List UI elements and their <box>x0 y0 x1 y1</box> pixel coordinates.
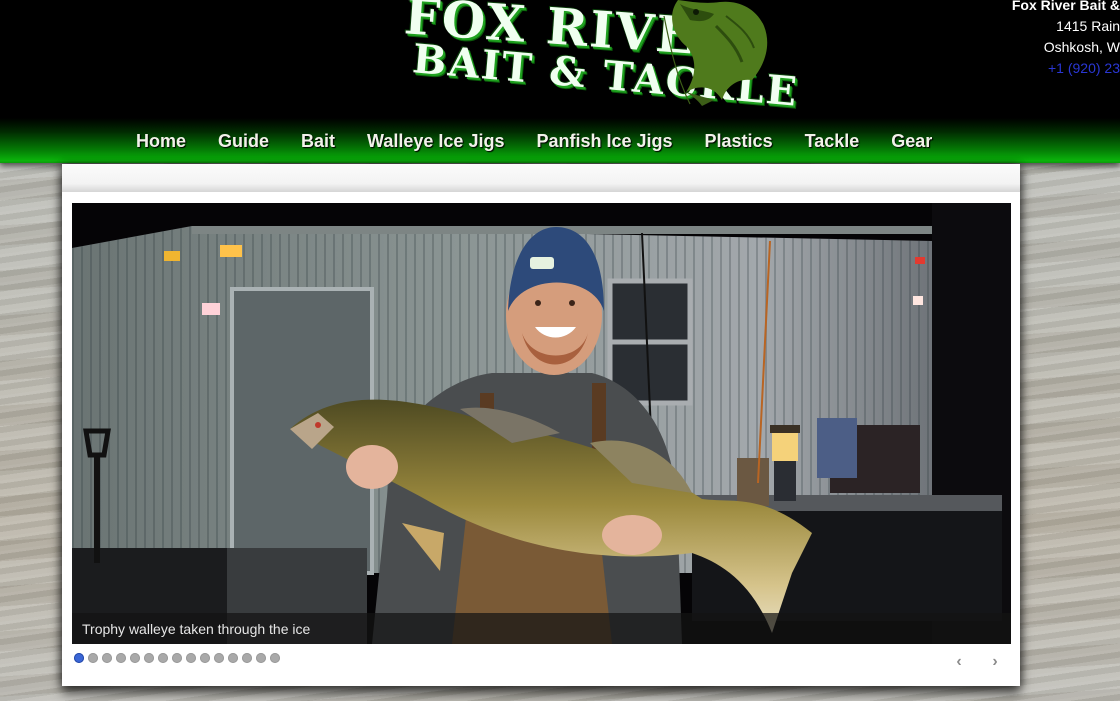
nav-item-guide[interactable]: Guide <box>202 131 285 152</box>
site-header: FOX RIVER BAIT & TACKLE Fox River Bait &… <box>0 0 1120 120</box>
nav-item-plastics[interactable]: Plastics <box>689 131 789 152</box>
slide-dot[interactable] <box>214 653 224 663</box>
nav-item-panfish-ice-jigs[interactable]: Panfish Ice Jigs <box>520 131 688 152</box>
slide-pagination <box>74 653 280 663</box>
slide-dot[interactable] <box>88 653 98 663</box>
walleye-photo <box>72 203 1011 644</box>
site-logo[interactable]: FOX RIVER BAIT & TACKLE <box>398 0 800 116</box>
nav-item-gear[interactable]: Gear <box>875 131 948 152</box>
slide-dot[interactable] <box>256 653 266 663</box>
walleye-logo-icon <box>663 0 768 106</box>
nav-item-home[interactable]: Home <box>120 131 202 152</box>
slideshow-image[interactable]: Trophy walleye taken through the ice <box>72 203 1011 644</box>
chevron-left-icon[interactable]: ‹ <box>951 654 967 670</box>
content-panel: Trophy walleye taken through the ice ‹ › <box>62 164 1020 686</box>
phone-link[interactable]: +1 (920) 23 <box>960 58 1120 79</box>
slide-dot[interactable] <box>144 653 154 663</box>
city-state: Oshkosh, W <box>1043 39 1120 55</box>
slide-dot-active[interactable] <box>74 653 84 663</box>
slide-dot[interactable] <box>102 653 112 663</box>
chevron-right-icon[interactable]: › <box>987 654 1003 670</box>
business-name: Fox River Bait & <box>1011 0 1120 13</box>
slide-dot[interactable] <box>158 653 168 663</box>
main-nav: Home Guide Bait Walleye Ice Jigs Panfish… <box>0 118 1120 163</box>
slide-dot[interactable] <box>200 653 210 663</box>
slide-dot[interactable] <box>270 653 280 663</box>
slide-dot[interactable] <box>228 653 238 663</box>
nav-item-bait[interactable]: Bait <box>285 131 351 152</box>
nav-item-walleye-ice-jigs[interactable]: Walleye Ice Jigs <box>351 131 520 152</box>
nav-item-tackle[interactable]: Tackle <box>789 131 876 152</box>
slide-caption: Trophy walleye taken through the ice <box>82 621 311 637</box>
slide-dot[interactable] <box>116 653 126 663</box>
panel-top-bar <box>62 164 1020 192</box>
contact-info: Fox River Bait & 1415 Rain Oshkosh, W +1… <box>960 0 1120 79</box>
slide-dot[interactable] <box>186 653 196 663</box>
slide-dot[interactable] <box>242 653 252 663</box>
slide-dot[interactable] <box>172 653 182 663</box>
slide-dot[interactable] <box>130 653 140 663</box>
street-address: 1415 Rain <box>1056 18 1120 34</box>
